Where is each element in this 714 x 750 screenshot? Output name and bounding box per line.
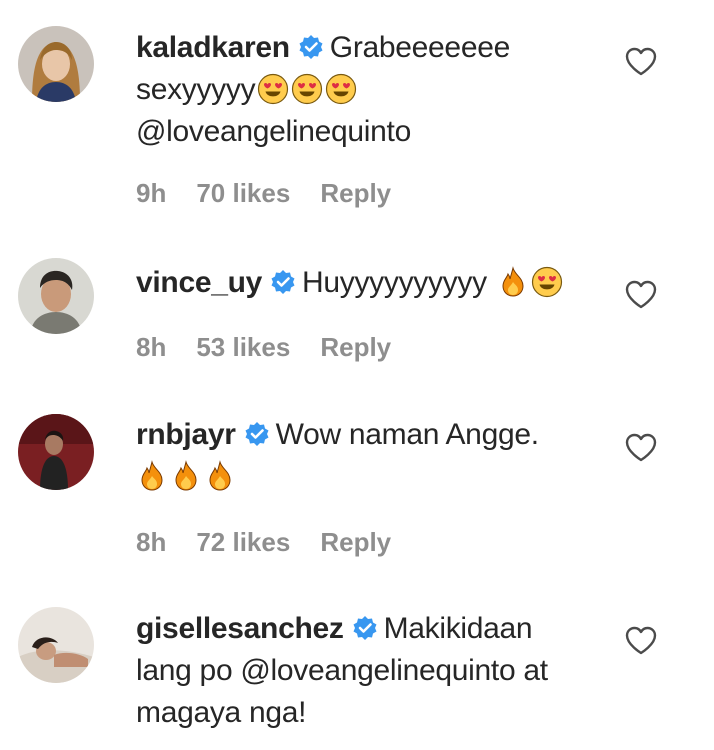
fire-emoji-icon: [170, 460, 202, 492]
emoji-group: [136, 460, 236, 493]
comment-time[interactable]: 8h: [136, 527, 166, 558]
heart-eyes-emoji-icon: [531, 266, 563, 298]
avatar[interactable]: [18, 26, 94, 102]
comment-likes[interactable]: 72 likes: [196, 527, 290, 558]
comment-likes[interactable]: 70 likes: [196, 178, 290, 209]
comment-text-line: magaya nga!: [136, 696, 307, 729]
verified-badge-icon: [244, 421, 270, 447]
fire-emoji-icon: [204, 460, 236, 492]
avatar[interactable]: [18, 258, 94, 334]
comment-text-line: lang po @loveangelinequinto at: [136, 654, 548, 687]
comment-text-line: Grabeeeeeee: [329, 31, 510, 64]
comment-username[interactable]: kaladkaren: [136, 31, 290, 64]
comments-list: kaladkaren Grabeeeeeee sexyyyyy @loveange…: [0, 0, 714, 750]
reply-button[interactable]: Reply: [320, 178, 391, 209]
comment-meta: 8h 72 likes Reply: [136, 527, 421, 558]
like-heart-icon[interactable]: [624, 432, 658, 464]
comment-meta: 8h 53 likes Reply: [136, 332, 421, 363]
comment-text-line: Wow naman Angge.: [275, 418, 539, 451]
comment-username[interactable]: gisellesanchez: [136, 612, 344, 645]
fire-emoji-icon: [136, 460, 168, 492]
comment-username[interactable]: rnbjayr: [136, 418, 236, 451]
avatar[interactable]: [18, 607, 94, 683]
comment-likes[interactable]: 53 likes: [196, 332, 290, 363]
comment-meta: 9h 70 likes Reply: [136, 178, 421, 209]
heart-eyes-emoji-icon: [291, 73, 323, 105]
comment-body: kaladkaren Grabeeeeeee sexyyyyy @loveange…: [136, 27, 606, 153]
fire-emoji-icon: [497, 266, 529, 298]
emoji-group: [255, 73, 357, 106]
verified-badge-icon: [270, 269, 296, 295]
comment-time[interactable]: 8h: [136, 332, 166, 363]
comment-time[interactable]: 9h: [136, 178, 166, 209]
avatar[interactable]: [18, 414, 94, 490]
comment-text-line: sexyyyyy: [136, 73, 256, 106]
heart-eyes-emoji-icon: [257, 73, 289, 105]
like-heart-icon[interactable]: [624, 46, 658, 78]
like-heart-icon[interactable]: [624, 279, 658, 311]
comment-text-line: Makikidaan: [383, 612, 533, 645]
comment-body: rnbjayr Wow naman Angge.: [136, 414, 606, 498]
like-heart-icon[interactable]: [624, 625, 658, 657]
comment-mention[interactable]: @loveangelinequinto: [136, 115, 411, 148]
comment-body: gisellesanchez Makikidaan lang po @lovean…: [136, 608, 606, 734]
comment-body: vince_uy Huyyyyyyyyyy: [136, 262, 606, 304]
comment-text-line: Huyyyyyyyyyy: [302, 266, 487, 299]
reply-button[interactable]: Reply: [320, 332, 391, 363]
verified-badge-icon: [352, 615, 378, 641]
heart-eyes-emoji-icon: [325, 73, 357, 105]
verified-badge-icon: [298, 34, 324, 60]
emoji-group: [487, 266, 563, 299]
reply-button[interactable]: Reply: [320, 527, 391, 558]
comment-username[interactable]: vince_uy: [136, 266, 262, 299]
